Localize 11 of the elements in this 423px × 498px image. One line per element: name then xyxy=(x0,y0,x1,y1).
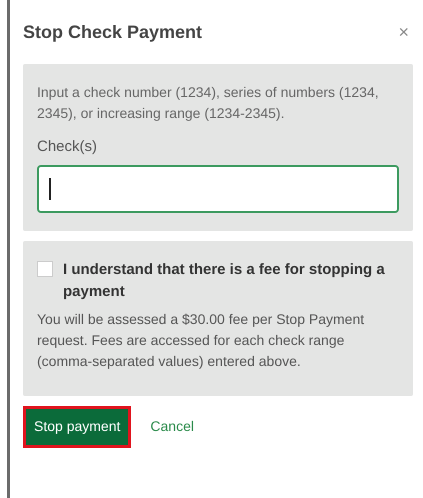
fee-notice: You will be assessed a $30.00 fee per Stop Payment request. Fees are accessed for each check range (comma-separated values) entered above. xyxy=(37,310,366,371)
checkbox-label: I understand that there is a fee for stopping a payment xyxy=(63,260,386,302)
close-button[interactable]: × xyxy=(394,18,413,46)
checks-input-field[interactable] xyxy=(37,164,399,212)
stop-payment-button[interactable]: Stop payment xyxy=(23,406,132,448)
cancel-link[interactable]: Cancel xyxy=(143,406,201,448)
instructions-text: Input a check number (1234), series of numbers (1234, 2345), or increasing range (1234-2345). xyxy=(37,83,380,123)
field-label: Check(s) xyxy=(37,137,98,157)
dialog-title: Stop Check Payment xyxy=(23,20,202,44)
text-cursor xyxy=(49,178,51,200)
checkbox[interactable] xyxy=(37,260,53,276)
